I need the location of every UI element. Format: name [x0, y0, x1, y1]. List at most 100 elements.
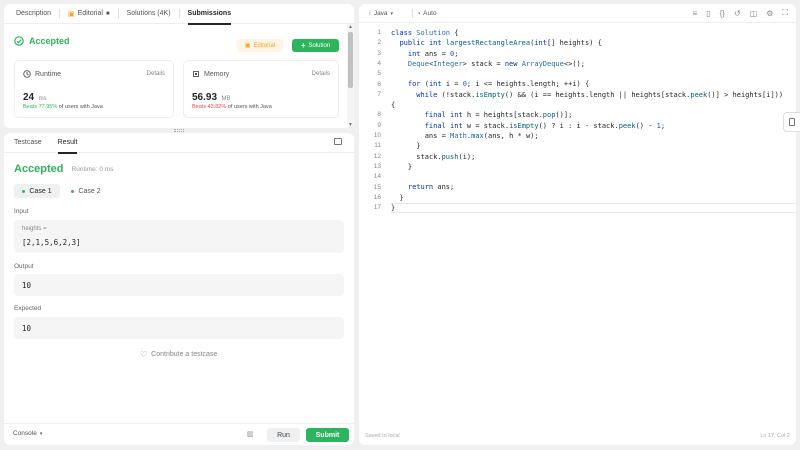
language-label: Java: [373, 10, 388, 17]
autocomplete-mode[interactable]: ▪ Auto: [418, 10, 437, 17]
code-editor-panel: I Java ▾ ▪ Auto ≡ ▯ {} ↺ ◫ ⚙ ⛶ 123456789…: [359, 4, 796, 445]
line-number: 7: [377, 90, 381, 98]
bookmark-icon[interactable]: ▯: [706, 9, 710, 18]
tab-editorial-label: Editorial: [77, 10, 103, 17]
code-line: }: [391, 193, 404, 202]
input-variable-name: heights =: [22, 226, 47, 232]
memory-details-link[interactable]: Details: [312, 71, 330, 77]
status-dot-icon: [22, 189, 26, 193]
contribute-testcase-link[interactable]: ♡ Contribute a testcase: [140, 350, 217, 359]
run-button[interactable]: Run: [267, 428, 300, 442]
code-line: return ans;: [407, 183, 455, 192]
case-2-button[interactable]: Case 2: [66, 184, 106, 198]
panel-resize-handle[interactable]: [174, 129, 184, 132]
memory-beats: Beats 43.82%: [192, 104, 227, 110]
case-2-label: Case 2: [78, 187, 101, 195]
book-icon: ▣: [244, 43, 251, 49]
solution-button-label: Solution: [308, 42, 331, 49]
side-note-tab[interactable]: [783, 112, 800, 132]
scrollbar-thumb[interactable]: [348, 32, 353, 88]
code-line: public int largestRectangleArea(int[] he…: [399, 39, 602, 48]
tab-result[interactable]: Result: [50, 133, 86, 154]
settings-icon[interactable]: ⚙: [766, 9, 773, 18]
code-line: stack.push(i);: [416, 152, 476, 161]
line-number: 1: [377, 29, 381, 36]
saved-status: Saved to local: [365, 433, 400, 439]
notes-icon[interactable]: ≡: [693, 9, 698, 18]
split-view-icon[interactable]: ◫: [750, 9, 758, 18]
memory-beats-suffix: of users with Java: [227, 104, 272, 110]
input-label: Input: [14, 208, 29, 215]
trash-icon[interactable]: ▥: [247, 430, 254, 438]
line-number: 14: [373, 173, 381, 181]
vertical-scrollbar[interactable]: ▲ ▼: [347, 24, 354, 128]
code-line: final int w = stack.isEmpty() ? i : i - …: [424, 121, 666, 130]
accepted-title: Accepted: [29, 36, 70, 46]
tab-solutions[interactable]: Solutions (4K): [119, 4, 179, 24]
language-marker: I: [369, 10, 371, 17]
line-number: 2: [377, 39, 381, 47]
tab-result-label: Result: [57, 139, 78, 146]
code-lines[interactable]: class Solution { public int largestRecta…: [391, 28, 791, 213]
runtime-card[interactable]: Runtime Details 24 ms Beats 77.95% of us…: [14, 60, 174, 118]
case-1-button[interactable]: Case 1: [14, 184, 60, 198]
expected-field: 10: [14, 317, 344, 339]
line-number: 15: [373, 183, 381, 191]
plus-icon: +: [300, 41, 306, 50]
document-icon: [789, 118, 795, 126]
memory-unit: MB: [221, 96, 231, 102]
code-line: Deque<Integer> stack = new ArrayDeque<>(…: [407, 59, 585, 68]
console-toggle[interactable]: Console ▾: [13, 430, 42, 437]
code-line: while (!stack.isEmpty() && (i == heights…: [416, 90, 784, 99]
tab-editorial[interactable]: ▣ Editorial ■: [60, 4, 118, 24]
case-1-label: Case 1: [29, 187, 52, 195]
current-line-highlight: [391, 203, 796, 213]
tab-solutions-label: Solutions (4K): [126, 10, 171, 17]
line-number: 6: [377, 80, 381, 88]
clock-icon: [23, 70, 31, 78]
code-line: {: [391, 101, 396, 110]
reset-icon[interactable]: ↺: [734, 9, 741, 18]
line-number: 4: [377, 59, 381, 67]
tab-description[interactable]: Description: [8, 4, 59, 24]
scroll-down-arrow-icon[interactable]: ▼: [348, 122, 353, 128]
tab-testcase[interactable]: Testcase: [6, 133, 50, 153]
line-number: 5: [377, 70, 381, 78]
code-line: for (int i = 0; i <= heights.length; ++i…: [407, 80, 590, 89]
line-number: 17: [373, 204, 381, 212]
editor-status-bar: Saved to local Ln 17, Col 2: [359, 425, 796, 445]
runtime-details-link[interactable]: Details: [147, 71, 165, 77]
heart-icon: ♡: [140, 350, 148, 359]
code-area[interactable]: 1 2 3 4 5 6 7 8 9 10 11 12 13 14 15 16 17 class Solution…: [359, 28, 796, 422]
runtime-value-row: 24 ms: [23, 87, 47, 105]
submission-status: Accepted: [14, 36, 70, 46]
editorial-button[interactable]: ▣ Editorial: [237, 39, 283, 52]
expected-label: Expected: [14, 305, 42, 312]
code-line: ans = Math.max(ans, h * w);: [424, 131, 539, 140]
line-number: 11: [374, 142, 381, 150]
chip-icon: [193, 71, 199, 77]
tab-testcase-label: Testcase: [14, 139, 42, 146]
result-accepted-title: Accepted: [14, 163, 64, 175]
line-number: 10: [373, 132, 381, 139]
editor-actions: ≡ ▯ {} ↺ ◫ ⚙ ⛶: [693, 8, 788, 18]
submit-button[interactable]: Submit: [306, 428, 349, 442]
left-tabbar: Description ▣ Editorial ■ Solutions (4K)…: [4, 4, 354, 25]
fullscreen-icon[interactable]: ⛶: [782, 8, 788, 18]
scroll-up-arrow-icon[interactable]: ▲: [348, 24, 353, 30]
run-button-label: Run: [277, 431, 290, 439]
console-toggle-label: Console: [13, 430, 37, 437]
memory-value: 56.93: [192, 92, 218, 103]
solution-button[interactable]: + Solution: [292, 39, 339, 52]
collapse-panel-icon[interactable]: [334, 138, 342, 145]
runtime-beats: Beats 77.95%: [23, 104, 58, 110]
book-icon: ▣: [68, 10, 75, 18]
runtime-beats-suffix: of users with Java: [58, 104, 103, 110]
input-field: heights = [2,1,5,6,2,3]: [14, 220, 344, 253]
tab-submissions[interactable]: Submissions: [180, 4, 240, 25]
toolbar-divider: [412, 9, 413, 18]
memory-card[interactable]: Memory Details 56.93 MB Beats 43.82% of …: [183, 60, 339, 118]
contribute-testcase-label: Contribute a testcase: [151, 351, 218, 358]
braces-icon[interactable]: {}: [720, 9, 725, 18]
language-selector[interactable]: I Java ▾: [369, 10, 393, 17]
